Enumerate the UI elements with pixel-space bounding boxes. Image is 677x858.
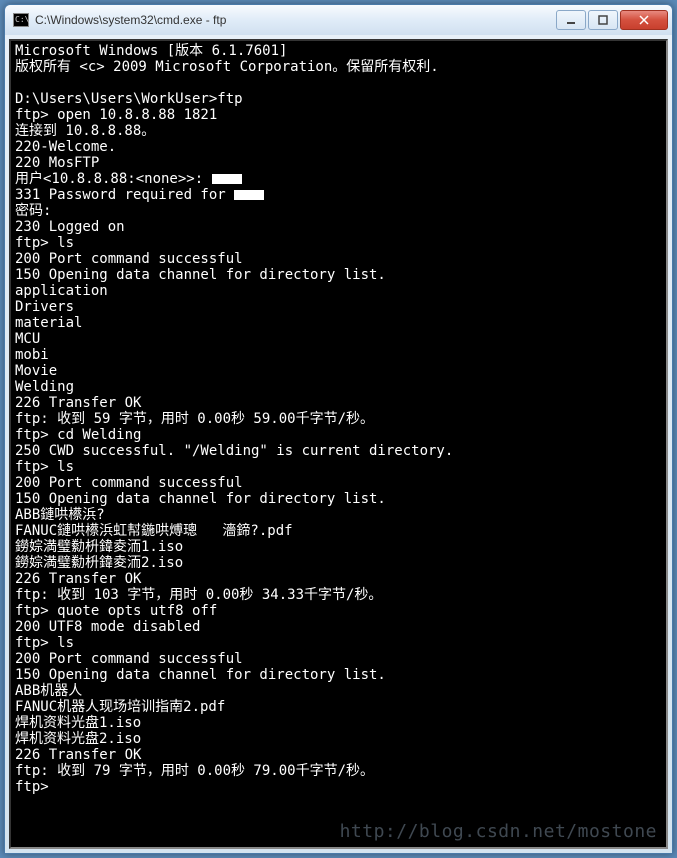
terminal-line: 150 Opening data channel for directory l… bbox=[15, 491, 662, 507]
terminal-line: 200 Port command successful bbox=[15, 651, 662, 667]
terminal-line: 226 Transfer OK bbox=[15, 395, 662, 411]
terminal-line: MCU bbox=[15, 331, 662, 347]
terminal-line: Drivers bbox=[15, 299, 662, 315]
maximize-button[interactable] bbox=[588, 10, 618, 30]
close-icon bbox=[639, 15, 649, 25]
terminal-line bbox=[15, 75, 662, 91]
terminal-line: 密码: bbox=[15, 203, 662, 219]
terminal-line: 150 Opening data channel for directory l… bbox=[15, 267, 662, 283]
terminal-line: 鐒婃満璧勬枡鍏夌洏2.iso bbox=[15, 555, 662, 571]
terminal-line: 版权所有 <c> 2009 Microsoft Corporation。保留所有… bbox=[15, 59, 662, 75]
terminal-line: ftp: 收到 59 字节，用时 0.00秒 59.00千字节/秒。 bbox=[15, 411, 662, 427]
window-title: C:\Windows\system32\cmd.exe - ftp bbox=[35, 13, 556, 27]
terminal-line: 200 Port command successful bbox=[15, 475, 662, 491]
maximize-icon bbox=[598, 15, 608, 25]
terminal-line: Welding bbox=[15, 379, 662, 395]
terminal-line: mobi bbox=[15, 347, 662, 363]
terminal-line: 226 Transfer OK bbox=[15, 747, 662, 763]
terminal-line: application bbox=[15, 283, 662, 299]
terminal-line: ftp> quote opts utf8 off bbox=[15, 603, 662, 619]
terminal-line: D:\Users\Users\WorkUser>ftp bbox=[15, 91, 662, 107]
terminal-line: 焊机资料光盘1.iso bbox=[15, 715, 662, 731]
minimize-button[interactable] bbox=[556, 10, 586, 30]
terminal-line: 鐒婃満璧勬枡鍏夌洏1.iso bbox=[15, 539, 662, 555]
terminal-line: 250 CWD successful. "/Welding" is curren… bbox=[15, 443, 662, 459]
terminal-line: 用户<10.8.8.88:<none>>: bbox=[15, 171, 662, 187]
terminal-line: FANUC鏈哄櫒浜虹幇鍦哄煿璁 濇鍗?.pdf bbox=[15, 523, 662, 539]
terminal-line: 220 MosFTP bbox=[15, 155, 662, 171]
terminal-line: ftp> cd Welding bbox=[15, 427, 662, 443]
terminal-line: 230 Logged on bbox=[15, 219, 662, 235]
terminal-line: 连接到 10.8.8.88。 bbox=[15, 123, 662, 139]
terminal-line: material bbox=[15, 315, 662, 331]
terminal-line: 331 Password required for bbox=[15, 187, 662, 203]
redacted-text bbox=[212, 174, 242, 184]
terminal-output[interactable]: Microsoft Windows [版本 6.1.7601]版权所有 <c> … bbox=[11, 41, 666, 847]
terminal-line: 150 Opening data channel for directory l… bbox=[15, 667, 662, 683]
cmd-window: C:\ C:\Windows\system32\cmd.exe - ftp Mi… bbox=[4, 4, 673, 854]
terminal-line: ftp: 收到 79 字节，用时 0.00秒 79.00千字节/秒。 bbox=[15, 763, 662, 779]
terminal-line: ABB机器人 bbox=[15, 683, 662, 699]
cmd-icon: C:\ bbox=[13, 13, 29, 27]
terminal-frame: Microsoft Windows [版本 6.1.7601]版权所有 <c> … bbox=[9, 39, 668, 849]
terminal-line: 226 Transfer OK bbox=[15, 571, 662, 587]
terminal-line: ftp> ls bbox=[15, 459, 662, 475]
titlebar[interactable]: C:\ C:\Windows\system32\cmd.exe - ftp bbox=[5, 5, 672, 35]
terminal-line: ftp: 收到 103 字节，用时 0.00秒 34.33千字节/秒。 bbox=[15, 587, 662, 603]
terminal-line: ftp> bbox=[15, 779, 662, 795]
window-controls bbox=[556, 10, 668, 30]
terminal-line: ABB鏈哄櫒浜? bbox=[15, 507, 662, 523]
terminal-line: FANUC机器人现场培训指南2.pdf bbox=[15, 699, 662, 715]
terminal-line: 焊机资料光盘2.iso bbox=[15, 731, 662, 747]
redacted-text bbox=[234, 190, 264, 200]
close-button[interactable] bbox=[620, 10, 668, 30]
terminal-line: 200 Port command successful bbox=[15, 251, 662, 267]
terminal-line: ftp> ls bbox=[15, 235, 662, 251]
terminal-line: 220-Welcome. bbox=[15, 139, 662, 155]
terminal-line: ftp> open 10.8.8.88 1821 bbox=[15, 107, 662, 123]
terminal-line: 200 UTF8 mode disabled bbox=[15, 619, 662, 635]
terminal-line: Microsoft Windows [版本 6.1.7601] bbox=[15, 43, 662, 59]
minimize-icon bbox=[566, 15, 576, 25]
terminal-line: ftp> ls bbox=[15, 635, 662, 651]
terminal-line: Movie bbox=[15, 363, 662, 379]
